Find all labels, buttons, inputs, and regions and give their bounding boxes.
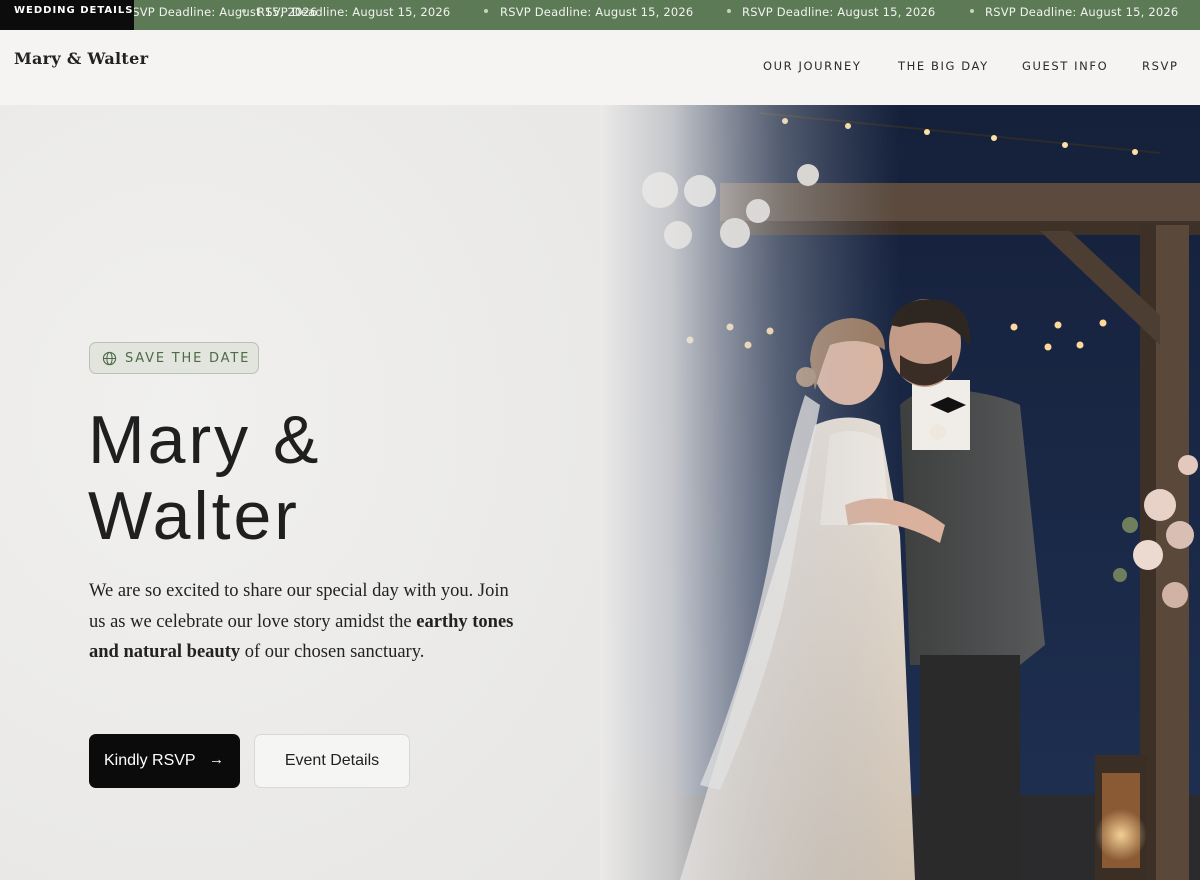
hero-title-line2: Walter	[88, 478, 300, 554]
couple-illustration	[600, 105, 1200, 880]
hero-title-line1: Mary &	[88, 402, 322, 478]
nav-link-guest-info[interactable]: GUEST INFO	[1022, 59, 1108, 73]
ticker-dot	[484, 9, 488, 13]
kindly-rsvp-label: Kindly RSVP	[104, 752, 196, 769]
event-details-button[interactable]: Event Details	[254, 734, 410, 788]
event-details-label: Event Details	[284, 752, 380, 769]
hero-description: We are so excited to share our special d…	[89, 576, 519, 668]
kindly-rsvp-button[interactable]: Kindly RSVP →	[89, 734, 240, 788]
nav-link-our-journey[interactable]: OUR JOURNEY	[763, 59, 861, 73]
arrow-right-icon: →	[209, 751, 224, 768]
badge-label: SAVE THE DATE	[125, 350, 251, 366]
hero-title: Mary & Walter	[88, 402, 568, 554]
ticker-item: RSVP Deadline: August 15, 2026	[500, 5, 694, 19]
hero-desc-part2: of our chosen sanctuary.	[240, 642, 425, 662]
site-header: Mary & Walter OUR JOURNEY THE BIG DAY GU…	[0, 30, 1200, 105]
site-logo[interactable]: Mary & Walter	[14, 49, 148, 68]
ticker-dot	[727, 9, 731, 13]
globe-icon	[102, 351, 117, 365]
ticker-dot	[242, 9, 246, 13]
ticker-item: RSVP Deadline: August 15, 2026	[985, 5, 1179, 19]
nav-link-rsvp[interactable]: RSVP	[1142, 59, 1179, 73]
couple-photo	[600, 105, 1200, 880]
ticker-dot	[970, 9, 974, 13]
announcement-ticker: RSVP Deadline: August 15, 2026 RSVP Dead…	[0, 0, 1200, 30]
save-the-date-badge: SAVE THE DATE	[89, 342, 259, 374]
ticker-label: WEDDING DETAILS	[0, 0, 134, 30]
ticker-item: RSVP Deadline: August 15, 2026	[257, 5, 451, 19]
nav-link-the-big-day[interactable]: THE BIG DAY	[898, 59, 989, 73]
ticker-item: RSVP Deadline: August 15, 2026	[742, 5, 936, 19]
